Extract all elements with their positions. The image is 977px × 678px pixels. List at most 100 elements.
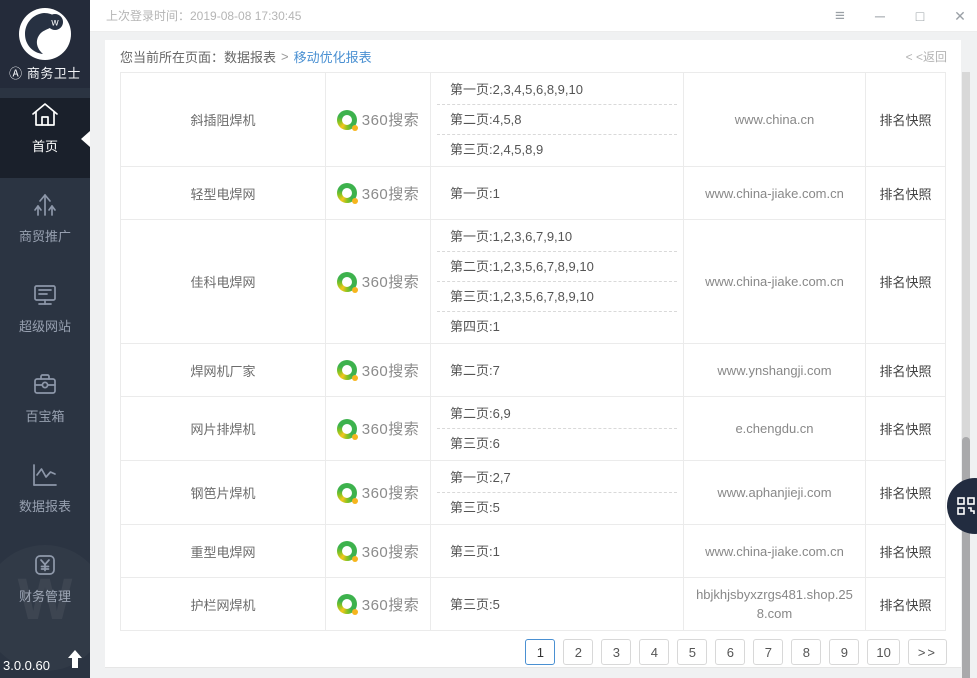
maximize-icon[interactable]: □: [911, 6, 929, 26]
trade-promotion-icon: [28, 188, 62, 222]
page-button-5[interactable]: 5: [677, 639, 707, 665]
page-rank-line: 第二页:4,5,8: [437, 105, 677, 135]
keyword-cell: 佳科电焊网: [121, 220, 326, 344]
360-search-logo-icon: [337, 110, 357, 130]
data-reports-icon: [28, 458, 62, 492]
breadcrumb-prefix: 您当前所在页面：: [120, 47, 224, 66]
keyword-cell: 网片排焊机: [121, 397, 326, 461]
keyword-cell: 斜插阻焊机: [121, 73, 326, 167]
table-row: 佳科电焊网360搜索第一页:1,2,3,6,7,9,10第二页:1,2,3,5,…: [121, 220, 946, 344]
rank-snapshot-link[interactable]: 排名快照: [866, 167, 946, 220]
page-button-9[interactable]: 9: [829, 639, 859, 665]
sidebar-item-home[interactable]: 首页: [0, 98, 90, 178]
engine-cell: 360搜索: [326, 73, 431, 167]
rank-snapshot-link[interactable]: 排名快照: [866, 73, 946, 167]
app-window: w Ⓐ 商务卫士 首页商贸推广超级网站百宝箱数据报表财务管理 W 3.0.0.6…: [0, 0, 977, 678]
page-rank-line: 第一页:2,7: [437, 463, 677, 493]
engine-label: 360搜索: [362, 109, 420, 130]
pages-cell: 第一页:2,7第三页:5: [431, 461, 684, 525]
engine-label: 360搜索: [362, 482, 420, 503]
sidebar-item-treasure-box[interactable]: 百宝箱: [0, 368, 90, 448]
engine-label: 360搜索: [362, 418, 420, 439]
sidebar-item-trade-promotion[interactable]: 商贸推广: [0, 188, 90, 268]
page-rank-line: 第二页:1,2,3,5,6,7,8,9,10: [437, 252, 677, 282]
page-rank-line: 第二页:7: [437, 356, 677, 385]
engine-cell: 360搜索: [326, 167, 431, 220]
brand-badge-icon: Ⓐ: [9, 66, 23, 81]
page-button-2[interactable]: 2: [563, 639, 593, 665]
page-rank-line: 第三页:1: [437, 537, 677, 566]
sidebar-item-label: 首页: [0, 136, 90, 155]
rank-snapshot-link[interactable]: 排名快照: [866, 525, 946, 578]
table-row: 重型电焊网360搜索第三页:1www.china-jiake.com.cn排名快…: [121, 525, 946, 578]
url-cell: e.chengdu.cn: [684, 397, 866, 461]
engine-cell: 360搜索: [326, 397, 431, 461]
home-icon: [28, 98, 62, 132]
back-link[interactable]: < <返回: [906, 48, 947, 65]
page-button-10[interactable]: 10: [867, 639, 899, 665]
breadcrumb-section: 数据报表: [224, 47, 276, 66]
keyword-cell: 钢笆片焊机: [121, 461, 326, 525]
360-search-logo-icon: [337, 419, 357, 439]
rank-snapshot-link[interactable]: 排名快照: [866, 578, 946, 631]
sidebar-item-super-website[interactable]: 超级网站: [0, 278, 90, 358]
breadcrumb-current-link[interactable]: 移动优化报表: [294, 47, 372, 66]
url-cell: www.china-jiake.com.cn: [684, 167, 866, 220]
svg-text:w: w: [50, 18, 59, 29]
engine-cell: 360搜索: [326, 578, 431, 631]
sidebar-item-label: 超级网站: [0, 316, 90, 335]
pages-cell: 第三页:1: [431, 525, 684, 578]
page-rank-line: 第一页:1,2,3,6,7,9,10: [437, 222, 677, 252]
next-page-button[interactable]: >>: [908, 639, 947, 665]
360-search-logo-icon: [337, 483, 357, 503]
page-rank-line: 第三页:5: [437, 493, 677, 522]
rank-snapshot-link[interactable]: 排名快照: [866, 461, 946, 525]
table-row: 钢笆片焊机360搜索第一页:2,7第三页:5www.aphanjieji.com…: [121, 461, 946, 525]
table-row: 轻型电焊网360搜索第一页:1www.china-jiake.com.cn排名快…: [121, 167, 946, 220]
table-row: 网片排焊机360搜索第二页:6,9第三页:6e.chengdu.cn排名快照: [121, 397, 946, 461]
url-cell: www.ynshangji.com: [684, 344, 866, 397]
version-row: 3.0.0.60: [0, 650, 90, 676]
last-login-text: 上次登录时间：2019-08-08 17:30:45: [106, 7, 301, 24]
pages-cell: 第三页:5: [431, 578, 684, 631]
url-cell: hbjkhjsbyxzrgs481.shop.258.com: [684, 578, 866, 631]
close-icon[interactable]: ✕: [951, 6, 969, 26]
page-button-8[interactable]: 8: [791, 639, 821, 665]
scrollbar-track[interactable]: [962, 72, 970, 678]
page-button-6[interactable]: 6: [715, 639, 745, 665]
minimize-icon[interactable]: ─: [871, 6, 889, 26]
rank-snapshot-link[interactable]: 排名快照: [866, 397, 946, 461]
page-button-1[interactable]: 1: [525, 639, 555, 665]
page-button-3[interactable]: 3: [601, 639, 631, 665]
360-search-logo-icon: [337, 272, 357, 292]
brand-logo-icon: w: [18, 7, 72, 61]
titlebar: 上次登录时间：2019-08-08 17:30:45 ≡ ─ □ ✕: [90, 0, 977, 32]
page-rank-line: 第一页:1: [437, 179, 677, 208]
page-rank-line: 第三页:6: [437, 429, 677, 458]
engine-cell: 360搜索: [326, 461, 431, 525]
engine-label: 360搜索: [362, 594, 420, 615]
keyword-cell: 重型电焊网: [121, 525, 326, 578]
brand-name: Ⓐ 商务卫士: [0, 63, 90, 82]
pagination: 123456789 10 >>: [105, 631, 961, 673]
table-row: 护栏网焊机360搜索第三页:5hbjkhjsbyxzrgs481.shop.25…: [121, 578, 946, 631]
super-website-icon: [28, 278, 62, 312]
pages-cell: 第一页:1: [431, 167, 684, 220]
360-search-logo-icon: [337, 594, 357, 614]
rank-snapshot-link[interactable]: 排名快照: [866, 344, 946, 397]
scrollbar-thumb[interactable]: [962, 437, 970, 678]
qr-code-icon: [957, 497, 975, 515]
keyword-cell: 焊网机厂家: [121, 344, 326, 397]
page-rank-line: 第一页:2,3,4,5,6,8,9,10: [437, 75, 677, 105]
ranking-table: 斜插阻焊机360搜索第一页:2,3,4,5,6,8,9,10第二页:4,5,8第…: [120, 72, 946, 631]
menu-icon[interactable]: ≡: [831, 6, 849, 26]
url-cell: www.china-jiake.com.cn: [684, 525, 866, 578]
sidebar-item-data-reports[interactable]: 数据报表: [0, 458, 90, 538]
360-search-logo-icon: [337, 541, 357, 561]
rank-snapshot-link[interactable]: 排名快照: [866, 220, 946, 344]
window-controls: ≡ ─ □ ✕: [831, 6, 977, 26]
page-button-7[interactable]: 7: [753, 639, 783, 665]
table-row: 焊网机厂家360搜索第二页:7www.ynshangji.com排名快照: [121, 344, 946, 397]
page-button-4[interactable]: 4: [639, 639, 669, 665]
update-arrow-icon[interactable]: [67, 649, 83, 674]
